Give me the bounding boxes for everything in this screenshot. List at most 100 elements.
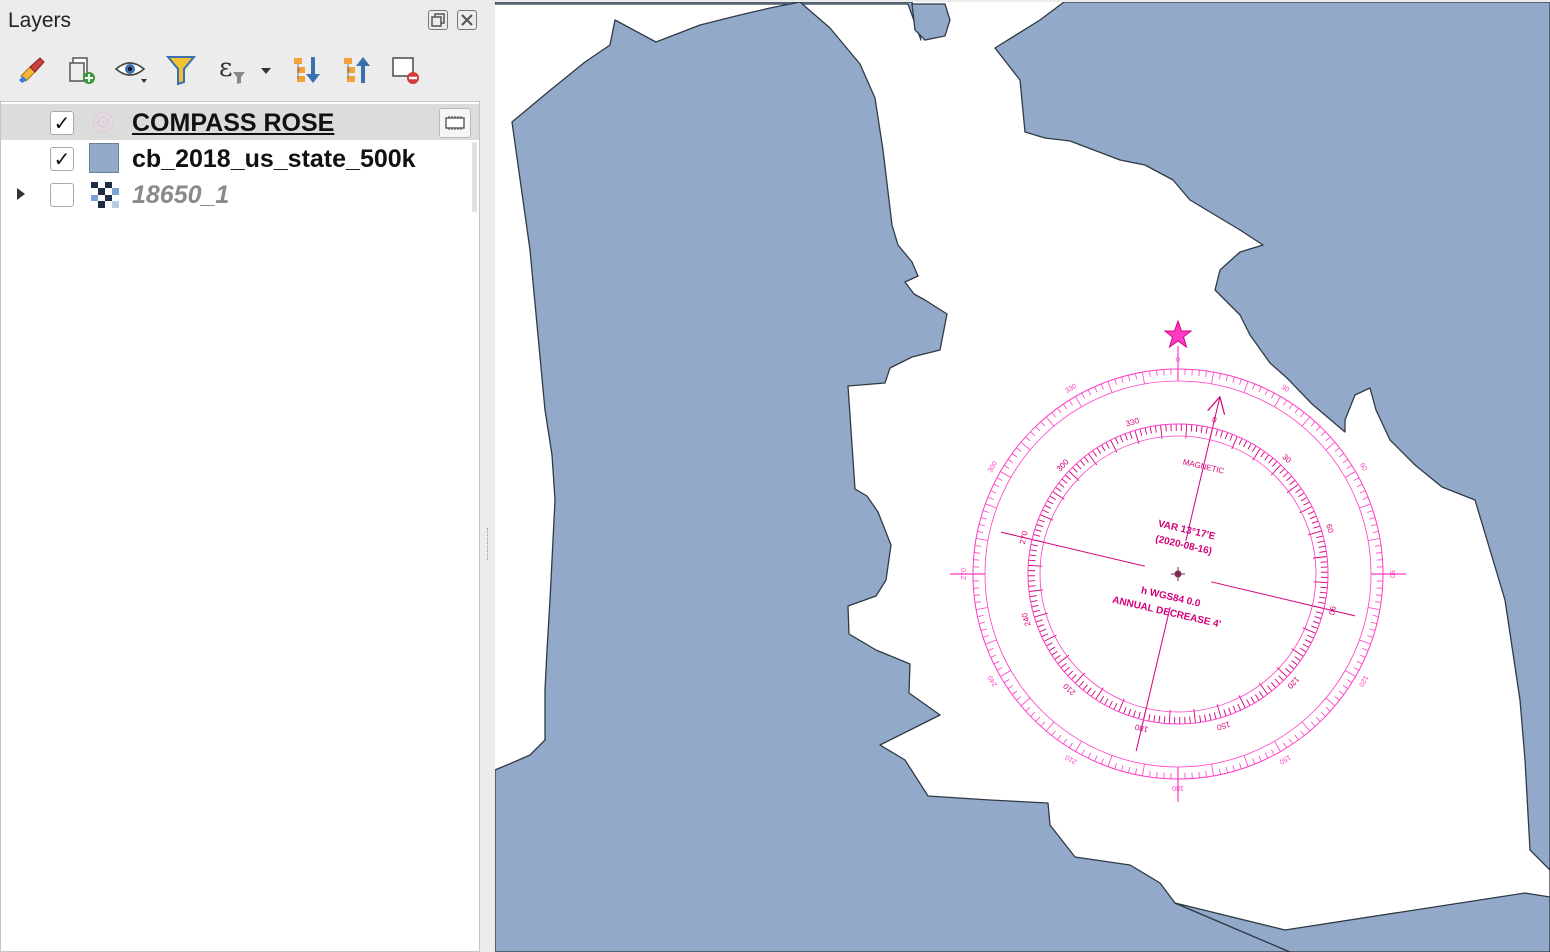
rose-tick — [1367, 538, 1380, 541]
rose-tick — [1211, 372, 1214, 385]
rose-tick — [1325, 706, 1331, 712]
close-panel-button[interactable] — [457, 10, 477, 30]
expand-arrow-icon[interactable] — [17, 188, 25, 200]
rose-tick — [1359, 639, 1371, 645]
rose-tick — [1307, 634, 1314, 639]
rose-tick — [1300, 730, 1305, 736]
rose-tick — [1034, 528, 1042, 532]
rose-tick — [1264, 454, 1270, 461]
style-manager-button[interactable] — [14, 52, 50, 88]
rose-tick — [1072, 467, 1078, 473]
raster-layer-icon — [91, 182, 119, 208]
rose-true-degree-label: 210 — [1064, 753, 1078, 765]
rose-tick — [1148, 714, 1151, 722]
svg-text:ε: ε — [219, 54, 232, 83]
rose-tick — [1204, 714, 1207, 722]
rose-tick — [976, 538, 989, 541]
rose-tick — [1295, 488, 1302, 493]
panel-header: Layers — [0, 0, 490, 44]
rose-tick — [1320, 586, 1328, 589]
rose-tick — [1063, 666, 1070, 673]
rose-tick — [990, 654, 997, 658]
filter-legend-button[interactable] — [163, 52, 199, 88]
layer-visibility-checkbox[interactable]: ✓ — [50, 147, 74, 171]
rose-tick — [1190, 424, 1193, 432]
filter-expression-button[interactable]: ε — [214, 52, 274, 88]
rose-tick — [1060, 663, 1067, 669]
rose-tick — [1274, 678, 1281, 685]
rose-tick — [1016, 696, 1022, 701]
remove-layer-icon — [392, 57, 419, 84]
rose-tick — [1123, 707, 1127, 714]
rose-tick — [1030, 431, 1036, 437]
rose-tick — [1259, 691, 1264, 698]
embedded-layer-indicator[interactable] — [439, 108, 471, 138]
rose-tick — [1075, 463, 1082, 470]
rose-tick — [1087, 389, 1092, 396]
collapse-all-button[interactable] — [339, 52, 375, 88]
panel-splitter[interactable] — [480, 0, 495, 952]
rose-tick — [1218, 373, 1222, 380]
visibility-button[interactable] — [113, 52, 149, 88]
rose-tick — [1154, 425, 1157, 433]
north-star-icon — [1163, 319, 1193, 349]
rose-tick — [982, 510, 989, 513]
float-panel-button[interactable] — [428, 10, 448, 30]
rose-tick — [1139, 428, 1143, 436]
rose-tick — [1054, 655, 1061, 660]
layer-row-us-states[interactable]: ✓ cb_2018_us_state_500k — [1, 140, 479, 176]
rose-tick — [1304, 639, 1312, 644]
rose-tick — [1189, 716, 1191, 724]
rose-tick — [1134, 768, 1138, 775]
rose-tick — [1107, 381, 1113, 393]
float-panel-icon — [431, 13, 445, 27]
rose-tick — [1082, 684, 1088, 691]
rose-tick — [1144, 427, 1148, 435]
rose-true-degree-label: 0 — [1176, 357, 1180, 364]
rose-tick — [1362, 496, 1369, 500]
rose-tick — [1156, 370, 1158, 377]
rose-tick — [1237, 703, 1242, 711]
rose-tick — [1301, 416, 1311, 427]
expand-all-button[interactable] — [289, 52, 325, 88]
splitter-grip-icon[interactable] — [487, 528, 491, 560]
add-group-icon — [69, 57, 95, 84]
rose-tick — [1288, 403, 1293, 410]
rose-tick — [1375, 552, 1382, 554]
rose-magnetic-label: MAGNETIC — [1182, 457, 1225, 475]
rose-tick — [1300, 497, 1308, 502]
rose-tick — [1195, 425, 1198, 433]
rose-tick — [1375, 601, 1382, 603]
rose-tick — [1083, 456, 1089, 463]
rose-tick — [1303, 501, 1310, 506]
remove-layer-button[interactable] — [387, 52, 423, 88]
rose-tick — [1271, 749, 1275, 756]
rose-tick — [1046, 642, 1053, 647]
rose-tick — [1079, 459, 1086, 466]
layer-row-compass-rose[interactable]: ✓ COMPASS ROSE — [1, 104, 479, 140]
rose-tick — [1283, 742, 1287, 749]
layer-visibility-checkbox[interactable]: ✓ — [50, 111, 74, 135]
rose-tick — [980, 628, 987, 631]
rose-tick — [1198, 771, 1200, 778]
rose-tick — [1044, 504, 1052, 509]
rose-magnetic-degree-label: 30 — [1280, 452, 1293, 465]
land-island — [911, 3, 951, 41]
rose-tick — [1325, 697, 1336, 707]
map-canvas[interactable]: 0 30 60 90 120 150 180 210 240 270 300 330 0 30 60 90 12… — [495, 2, 1550, 952]
rose-true-degree-label: 300 — [987, 460, 999, 474]
rose-tick — [1029, 549, 1037, 552]
rose-tick — [1011, 453, 1018, 458]
rose-tick — [1225, 766, 1228, 774]
rose-tick — [1163, 716, 1166, 724]
rose-tick — [1063, 738, 1068, 745]
rose-tick — [1165, 424, 1167, 432]
layer-visibility-checkbox[interactable] — [50, 183, 74, 207]
add-group-button[interactable] — [63, 52, 99, 88]
rose-tick — [1025, 706, 1031, 712]
layer-row-raster[interactable]: 18650_1 — [1, 176, 479, 212]
rose-tick — [1040, 721, 1046, 727]
rose-tick — [1288, 664, 1295, 670]
rose-tick — [1315, 716, 1321, 722]
rose-tick — [1134, 373, 1138, 380]
